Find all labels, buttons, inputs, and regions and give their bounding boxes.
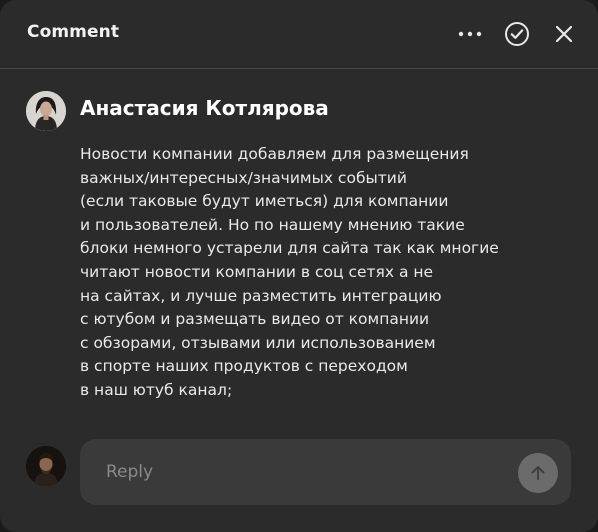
comment-author-name: Анастасия Котлярова <box>80 96 329 120</box>
more-dots-icon <box>458 31 482 37</box>
check-circle-icon <box>505 22 529 46</box>
current-user-avatar <box>26 446 66 486</box>
arrow-up-icon <box>531 466 545 480</box>
more-options-button[interactable] <box>456 20 484 48</box>
reply-input[interactable] <box>106 459 506 485</box>
author-avatar <box>26 91 66 131</box>
send-reply-button[interactable] <box>518 453 558 493</box>
reply-composer <box>80 439 571 505</box>
resolve-button[interactable] <box>503 20 531 48</box>
close-icon <box>555 25 573 43</box>
close-button[interactable] <box>550 20 578 48</box>
comment-header: Comment <box>0 0 598 69</box>
comment-text: Новости компании добавляем для размещени… <box>80 145 499 399</box>
panel-title: Comment <box>27 22 120 42</box>
comment-panel: Comment Анастасия Котлярова Новости комп… <box>0 0 598 532</box>
